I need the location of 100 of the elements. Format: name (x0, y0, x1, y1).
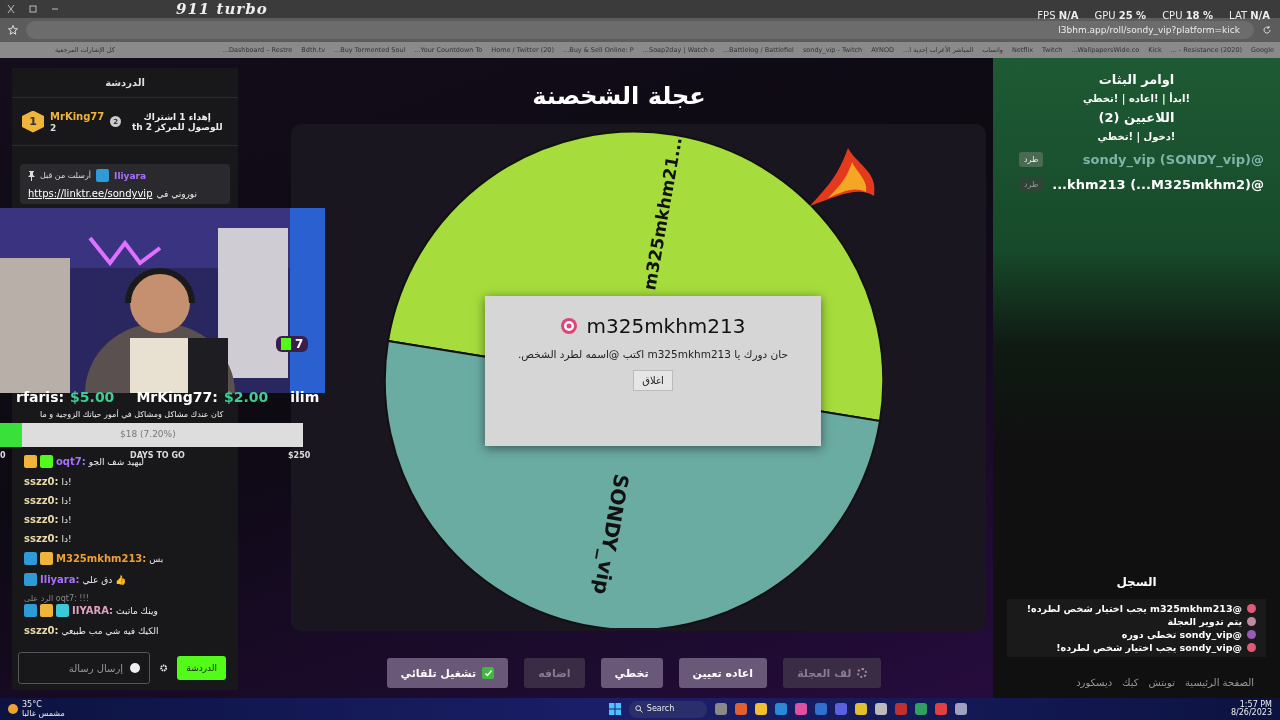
temperature: 35°C (22, 700, 43, 709)
app-icon[interactable] (934, 703, 947, 715)
user-badge-icon (40, 552, 53, 565)
user-badge-icon (24, 604, 37, 617)
commands-text: !دخول | !تخطي (1096, 131, 1177, 142)
log-entry: @sondy_vip تخطى دوره (1121, 629, 1242, 640)
app-icon[interactable] (794, 703, 807, 715)
log-entry: @sondy_vip يجب اختيار شخص لطرده! (1056, 642, 1242, 653)
app-icon[interactable] (754, 703, 767, 715)
link[interactable]: https://linktr.ee/sondyvip (28, 188, 153, 199)
message-text: الكيك فيه شي مب طبيعي (61, 625, 159, 636)
wheel-title: عجلة الشخصنة (532, 82, 706, 110)
app-icon[interactable] (774, 703, 787, 715)
dialog-title: m325mkhm213 (586, 313, 746, 338)
star-icon[interactable] (8, 25, 18, 35)
kick-button[interactable]: طرد (1019, 152, 1044, 167)
footer-link[interactable]: كيك (1122, 677, 1139, 688)
perf-stat: GPU 25 % (1094, 10, 1147, 21)
reload-icon[interactable] (1262, 25, 1272, 35)
user-badge-icon (40, 455, 53, 468)
donor-name: rfaris: (16, 389, 65, 405)
donation-amount: $5.00 (70, 389, 115, 405)
goal-text: إهداء 1 اشتراك للوصول للمركز 2 th (130, 111, 224, 132)
subtitle-text: كان عندك مشاكل ومشاكل في أمور حياتك الزوجية و ما (40, 410, 224, 419)
message-text: نوروني في (156, 188, 197, 199)
address-bar[interactable]: l3bhm.app/roll/sondy_vip?platform=kick (26, 21, 1254, 39)
wheel-icon (857, 668, 868, 678)
sun-icon (8, 704, 18, 714)
user-badge-icon (24, 573, 37, 586)
user-badge-icon (40, 604, 53, 617)
search-placeholder: Search (646, 705, 675, 713)
message-text: دا! (61, 514, 72, 525)
chat-button[interactable]: الدردشة (177, 656, 226, 680)
goal-label: $18 (7.20%) (120, 429, 176, 439)
user-name: Iliyara (114, 170, 147, 181)
player-name: @sondy_vip (SONDY_vip) (1082, 152, 1264, 167)
user-name[interactable]: sszz0: (24, 476, 59, 487)
weather-text: مشمس غالبا (22, 709, 65, 718)
target-icon (560, 316, 579, 335)
footer-link[interactable]: تويتش (1148, 677, 1175, 688)
clock-time: 1:57 PM (1239, 701, 1272, 709)
close-button[interactable]: اغلاق (633, 369, 673, 391)
search-field[interactable]: Search (628, 700, 707, 718)
players-title: اللاعبين (2) (1097, 110, 1176, 125)
app-icon[interactable] (874, 703, 887, 715)
message-text: دا! (61, 495, 72, 506)
user-name[interactable]: Iliyara: (40, 574, 80, 585)
log-title: السجل (1115, 575, 1158, 589)
dialog-message: حان دورك يا m325mkhm213 اكتب @اسمه لطرد الشخص. (518, 347, 788, 360)
donor-name: ilim (290, 389, 320, 405)
app-icon[interactable] (954, 703, 967, 715)
search-icon (634, 705, 643, 713)
gift-count: 2 (50, 122, 58, 133)
perf-stat: CPU 18 % (1162, 10, 1214, 21)
perf-stat: FPS N/A (1037, 10, 1079, 21)
goal-start: 0 (0, 451, 6, 460)
viewer-badge: 7 (276, 336, 309, 352)
user-name[interactable]: sszz0: (24, 533, 59, 544)
app-icon[interactable] (714, 703, 727, 715)
user-badge-icon (24, 455, 37, 468)
autoplay-button[interactable]: تشغيل تلقائي (386, 658, 509, 688)
user-name[interactable]: M325mkhm213: (56, 553, 147, 564)
commands-title: اوامر البثات (1097, 72, 1176, 87)
user-name[interactable]: sszz0: (24, 625, 59, 636)
message-text: دق علي 👍 (82, 574, 127, 585)
user-badge-icon (24, 552, 37, 565)
clock-date: 8/26/2023 (1230, 709, 1272, 717)
kick-button[interactable]: طرد (1019, 177, 1044, 192)
app-icon[interactable] (854, 703, 867, 715)
footer-link[interactable]: الصفحة الرئيسية (1185, 677, 1254, 688)
app-icon[interactable] (734, 703, 747, 715)
goal-end: $250 (288, 451, 311, 460)
message-field[interactable]: إرسال رسالة (18, 652, 150, 684)
logo-text: 911 turbo (176, 0, 268, 18)
windows-icon[interactable] (608, 703, 621, 715)
message-text: وينك ماتبث (116, 605, 158, 616)
user-name[interactable]: sszz0: (24, 514, 59, 525)
message-text: دا! (61, 533, 72, 544)
pin-icon (28, 170, 35, 181)
user-name[interactable]: oqt7: (56, 456, 86, 467)
donor-name: MrKing77: (136, 389, 218, 405)
rank-badge: 1 (22, 110, 44, 133)
pin-label: أرسلت من قبل (40, 171, 92, 180)
user-badge-icon (56, 604, 69, 617)
reply-text: الرد على oqt7: !!! (24, 594, 90, 603)
message-text: دا! (61, 476, 72, 487)
footer-link[interactable]: ديسكورد (1076, 677, 1113, 688)
perf-stat: LAT N/A (1229, 10, 1270, 21)
user-name[interactable]: sszz0: (24, 495, 59, 506)
settings-icon[interactable] (160, 663, 168, 673)
commands-text: !ابدأ | !اعاده | !تخطي (1081, 93, 1192, 104)
player-name: @(M325mkhm2...) khm213... (1052, 177, 1264, 192)
chat-title: الدردشة (105, 77, 145, 88)
donation-amount: $2.00 (223, 389, 269, 405)
url-text: l3bhm.app/roll/sondy_vip?platform=kick (1058, 25, 1240, 35)
action-button[interactable]: اعاده تعيين (678, 658, 768, 688)
app-icon[interactable] (914, 703, 927, 715)
leader-name: MrKing77 (50, 110, 105, 122)
action-button[interactable]: تخطي (600, 658, 663, 688)
user-name[interactable]: IIYARA: (72, 605, 114, 616)
